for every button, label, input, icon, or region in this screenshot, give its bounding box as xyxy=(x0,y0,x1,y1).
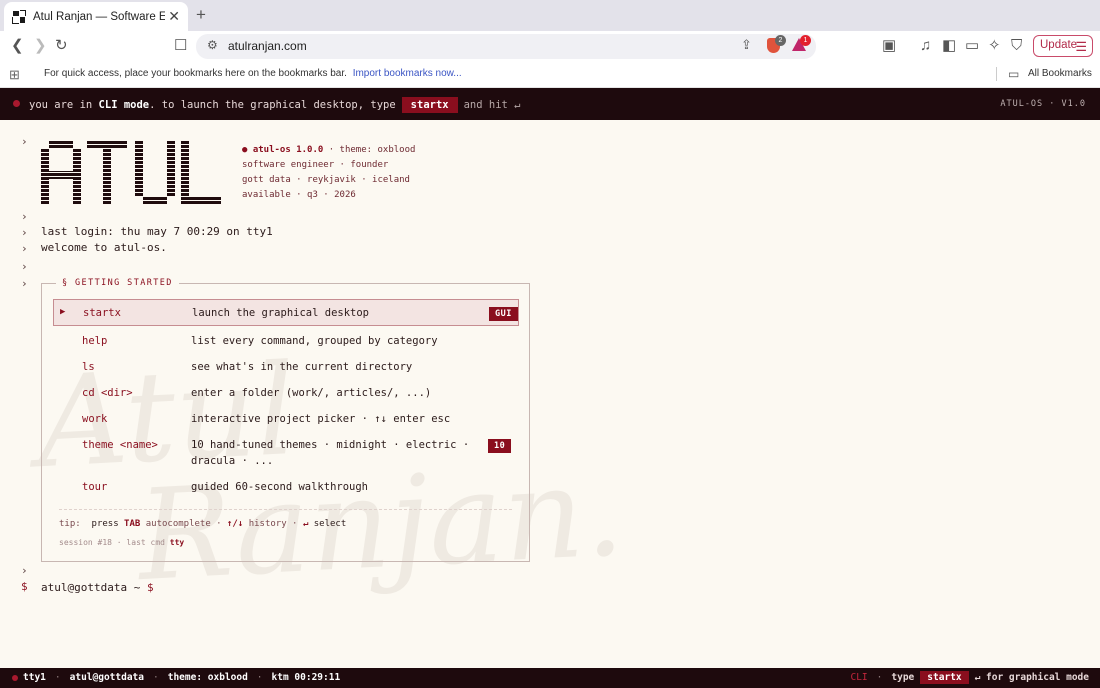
startx-hint-pill[interactable]: startx xyxy=(920,671,969,684)
cli-mode-banner: you are in CLI mode. to launch the graph… xyxy=(0,88,1100,120)
apps-grid-icon[interactable]: ⊞ xyxy=(9,67,20,83)
theme-count-badge: 10 xyxy=(488,439,512,453)
menu-icon: ☰ xyxy=(1075,39,1087,54)
getting-started-panel: § GETTING STARTED ▶ startx launch the gr… xyxy=(41,278,530,562)
last-login-line: last login: thu may 7 00:29 on tty1 xyxy=(41,225,273,238)
all-bookmarks-button[interactable]: All Bookmarks xyxy=(1028,68,1092,79)
command-name: help xyxy=(82,335,108,347)
close-tab-icon[interactable]: ✕ xyxy=(168,8,180,25)
url-text[interactable]: atulranjan.com xyxy=(228,39,307,53)
prompt-dollar-marker: $ xyxy=(21,580,28,593)
command-name: cd <dir> xyxy=(82,387,133,399)
update-label: Update xyxy=(1040,39,1078,51)
leo-ai-icon[interactable]: ✧ xyxy=(988,37,1001,55)
site-settings-icon[interactable]: ⚙ xyxy=(207,38,218,52)
command-row-work[interactable]: work interactive project picker · ↑↓ ent… xyxy=(53,413,519,433)
atul-ascii-logo xyxy=(41,141,221,205)
statusbar-left: tty1 · atul@gottdata · theme: oxblood · ktm 00… xyxy=(23,672,341,683)
folder-icon: ▭ xyxy=(1008,67,1020,81)
prompt-arrow-icon: › xyxy=(21,277,28,290)
browser-tab[interactable]: Atul Ranjan — Software Engineer ✕ xyxy=(4,2,188,31)
gui-badge: GUI xyxy=(489,307,518,321)
prompt-arrow-icon: › xyxy=(21,226,28,239)
shell-prompt[interactable]: atul@gottdata ~ $ xyxy=(41,580,164,594)
bookmarks-divider xyxy=(996,67,997,81)
command-row-ls[interactable]: ls see what's in the current directory xyxy=(53,361,519,381)
command-row-tour[interactable]: tour guided 60-second walkthrough xyxy=(53,481,519,501)
update-button[interactable]: Update ☰ xyxy=(1033,35,1093,57)
command-description: launch the graphical desktop xyxy=(192,307,370,319)
status-dot-icon xyxy=(13,100,20,107)
terminal-statusbar: tty1 · atul@gottdata · theme: oxblood · ktm 00… xyxy=(0,668,1100,688)
browser-tabbar: Atul Ranjan — Software Engineer ✕ + xyxy=(0,0,1100,31)
startx-command-pill[interactable]: startx xyxy=(401,97,458,113)
terminal-page[interactable]: Atul Ranjan. › ● atul-os 1.0.0 · theme: … xyxy=(0,120,1100,668)
selected-row-icon: ▶ xyxy=(60,307,66,317)
prompt-arrow-icon: › xyxy=(21,564,28,577)
vpn-icon[interactable]: ⛉ xyxy=(1011,37,1022,55)
shields-count-badge: 2 xyxy=(775,35,786,46)
cli-mode-message: you are in CLI mode. to launch the graph… xyxy=(29,97,521,113)
reader-mode-icon[interactable]: ▣ xyxy=(882,37,896,55)
command-row-help[interactable]: help list every command, grouped by cate… xyxy=(53,335,519,355)
bookmarks-bar: ⊞ For quick access, place your bookmarks… xyxy=(0,61,1100,88)
command-row-cd[interactable]: cd <dir> enter a folder (work/, articles… xyxy=(53,387,519,407)
command-description: list every command, grouped by category xyxy=(191,335,438,347)
command-name: work xyxy=(82,413,108,425)
os-version: ATUL-OS · V1.0 xyxy=(1000,99,1086,109)
bookmark-icon[interactable]: ☐ xyxy=(174,37,187,55)
panel-title: § GETTING STARTED xyxy=(56,278,179,288)
command-description: 10 hand-tuned themes · midnight · electr… xyxy=(191,439,470,451)
status-dot-icon xyxy=(12,675,18,681)
site-favicon-icon xyxy=(12,9,26,24)
import-bookmarks-link[interactable]: Import bookmarks now... xyxy=(353,68,462,79)
prompt-arrow-icon: › xyxy=(21,260,28,273)
command-name: tour xyxy=(82,481,108,493)
prompt-arrow-icon: › xyxy=(21,210,28,223)
forward-icon[interactable]: ❯ xyxy=(34,37,47,55)
status-dot-icon: ● xyxy=(242,145,248,155)
welcome-line: welcome to atul-os. xyxy=(41,241,167,254)
back-icon[interactable]: ❮ xyxy=(11,37,24,55)
command-name: ls xyxy=(82,361,95,373)
command-row-theme[interactable]: theme <name> 10 hand-tuned themes · midn… xyxy=(53,439,519,473)
prompt-arrow-icon: › xyxy=(21,242,28,255)
command-row-startx[interactable]: ▶ startx launch the graphical desktop GU… xyxy=(53,299,519,326)
command-description-continued: dracula · ... xyxy=(191,455,274,467)
command-description: guided 60-second walkthrough xyxy=(191,481,369,493)
command-description: interactive project picker · ↑↓ enter es… xyxy=(191,413,451,425)
reload-icon[interactable]: ↻ xyxy=(55,37,68,55)
browser-toolbar: ❮ ❯ ↻ ☐ ⚙ atulranjan.com ⇪ 2 1 ▣ ♫ ◧ ▭ ✧… xyxy=(0,31,1100,61)
share-icon[interactable]: ⇪ xyxy=(741,37,752,53)
command-name: theme <name> xyxy=(82,439,158,451)
keyboard-tip: tip: press TAB autocomplete · ↑/↓ histor… xyxy=(59,519,347,529)
tab-title: Atul Ranjan — Software Engineer xyxy=(33,10,165,23)
wallet-icon[interactable]: ▭ xyxy=(965,37,979,55)
command-description: see what's in the current directory xyxy=(191,361,413,373)
command-name: startx xyxy=(83,307,121,319)
command-description: enter a folder (work/, articles/, ...) xyxy=(191,387,432,399)
tip-divider xyxy=(59,509,512,510)
session-info: session #18 · last cmd tty xyxy=(59,538,185,547)
new-tab-icon[interactable]: + xyxy=(196,5,206,25)
address-bar[interactable]: ⚙ atulranjan.com ⇪ 2 1 xyxy=(196,34,816,59)
prompt-arrow-icon: › xyxy=(21,135,28,148)
rewards-count-badge: 1 xyxy=(800,35,811,46)
system-info: ● atul-os 1.0.0 · theme: oxblood softwar… xyxy=(242,145,416,200)
statusbar-right: CLI · type startx ↵ for graphical mode xyxy=(850,671,1089,684)
media-icon[interactable]: ♫ xyxy=(920,37,931,55)
bookmarks-prompt: For quick access, place your bookmarks h… xyxy=(44,68,462,79)
sidebar-icon[interactable]: ◧ xyxy=(942,37,956,55)
